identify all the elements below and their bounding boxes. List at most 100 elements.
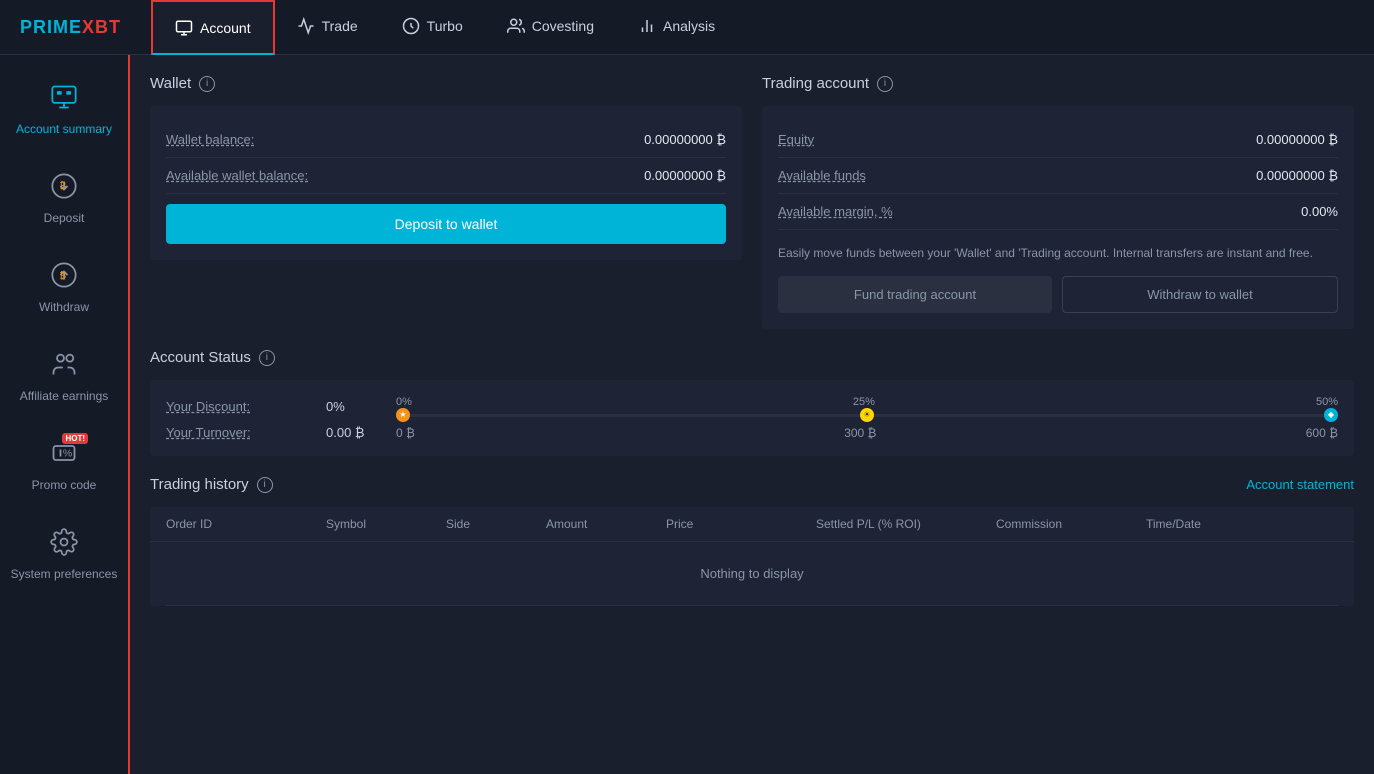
- discount-level-labels: 0% 25% 50%: [396, 396, 1338, 408]
- your-turnover-value: 0.00 ₿: [326, 425, 396, 440]
- table-header-row: Order ID Symbol Side Amount Price Settle…: [150, 507, 1354, 542]
- hot-badge: HOT!: [62, 433, 88, 444]
- withdraw-icon-wrap: ₿: [50, 261, 78, 292]
- sidebar-item-account-summary[interactable]: Account summary: [0, 65, 128, 154]
- sidebar: Account summary ₿ Deposit ₿ Wi: [0, 55, 130, 774]
- deposit-icon-wrap: ₿: [50, 172, 78, 203]
- sidebar-deposit-label: Deposit: [44, 211, 85, 225]
- turnover-row: Your Turnover: 0.00 ₿ 0 ₿ 300 ₿ 600 ₿: [166, 425, 1338, 440]
- table-bottom-divider: [166, 605, 1338, 606]
- account-status-title: Account Status i: [150, 349, 1354, 366]
- sidebar-item-affiliate-earnings[interactable]: Affiliate earnings: [0, 332, 128, 421]
- account-statement-link[interactable]: Account statement: [1246, 477, 1354, 492]
- trading-account-section: Trading account i Equity 0.00000000 ₿ Av…: [762, 75, 1354, 329]
- logo-sub: XBT: [82, 17, 121, 37]
- your-discount-value: 0%: [326, 399, 396, 414]
- svg-text:₿: ₿: [59, 271, 66, 281]
- tier-2-icon: ☀: [860, 408, 874, 422]
- wallet-balance-row: Wallet balance: 0.00000000 ₿: [166, 122, 726, 158]
- trade-nav-icon: [297, 17, 315, 35]
- nav-analysis-label: Analysis: [663, 18, 715, 34]
- turnover-levels: 0 ₿ 300 ₿ 600 ₿: [396, 426, 1338, 440]
- your-discount-label[interactable]: Your Discount:: [166, 399, 326, 414]
- transfer-buttons: Fund trading account Withdraw to wallet: [778, 276, 1338, 313]
- svg-text:₿: ₿: [59, 180, 66, 190]
- analysis-nav-icon: [638, 17, 656, 35]
- wallet-info-icon[interactable]: i: [199, 76, 215, 92]
- available-funds-label[interactable]: Available funds: [778, 168, 866, 183]
- level-0: 0%: [396, 396, 412, 408]
- trading-account-title: Trading account i: [762, 75, 1354, 92]
- trading-history-table: Order ID Symbol Side Amount Price Settle…: [150, 507, 1354, 606]
- sidebar-system-prefs-label: System preferences: [11, 567, 118, 581]
- covesting-nav-icon: [507, 17, 525, 35]
- affiliate-icon-wrap: [50, 350, 78, 381]
- col-order-id: Order ID: [166, 517, 326, 531]
- trading-history-title: Trading history i: [150, 476, 273, 493]
- fund-trading-account-button[interactable]: Fund trading account: [778, 276, 1052, 313]
- nav-account-label: Account: [200, 20, 251, 36]
- trading-history-info-icon[interactable]: i: [257, 477, 273, 493]
- wallet-title: Wallet i: [150, 75, 742, 92]
- equity-row: Equity 0.00000000 ₿: [778, 122, 1338, 158]
- account-status-info-icon[interactable]: i: [259, 350, 275, 366]
- available-margin-row: Available margin, % 0.00%: [778, 194, 1338, 230]
- system-prefs-icon-wrap: [50, 528, 78, 559]
- sidebar-item-deposit[interactable]: ₿ Deposit: [0, 154, 128, 243]
- progress-track: ★ ☀ ◆: [396, 414, 1338, 417]
- sidebar-account-summary-label: Account summary: [16, 122, 112, 136]
- trading-history-section: Trading history i Account statement Orde…: [150, 476, 1354, 606]
- nav-trade[interactable]: Trade: [275, 0, 380, 55]
- nav-covesting[interactable]: Covesting: [485, 0, 616, 55]
- nav-account[interactable]: Account: [151, 0, 275, 55]
- col-side: Side: [446, 517, 546, 531]
- trading-account-panel: Equity 0.00000000 ₿ Available funds 0.00…: [762, 106, 1354, 329]
- account-status-panel: Your Discount: 0% 0% 25% 50% ★ ☀ ◆: [150, 380, 1354, 456]
- wallet-balance-label[interactable]: Wallet balance:: [166, 132, 254, 147]
- nav-covesting-label: Covesting: [532, 18, 594, 34]
- logo-main: PRIME: [20, 17, 82, 37]
- equity-label[interactable]: Equity: [778, 132, 814, 147]
- account-summary-icon: [50, 83, 78, 111]
- main-layout: Account summary ₿ Deposit ₿ Wi: [0, 55, 1374, 774]
- available-funds-row: Available funds 0.00000000 ₿: [778, 158, 1338, 194]
- svg-text:%: %: [63, 448, 72, 460]
- discount-row: Your Discount: 0% 0% 25% 50% ★ ☀ ◆: [166, 396, 1338, 417]
- col-amount: Amount: [546, 517, 666, 531]
- available-margin-label[interactable]: Available margin, %: [778, 204, 893, 219]
- promo-icon-wrap: HOT! %: [50, 439, 78, 470]
- turnover-level-0: 0 ₿: [396, 426, 415, 440]
- nav-trade-label: Trade: [322, 18, 358, 34]
- sidebar-item-system-preferences[interactable]: System preferences: [0, 510, 128, 599]
- tier-icons: ★ ☀ ◆: [396, 408, 1338, 422]
- logo: PRIMEXBT: [20, 17, 121, 38]
- wallet-section: Wallet i Wallet balance: 0.00000000 ₿ Av…: [150, 75, 742, 329]
- table-empty-message: Nothing to display: [150, 542, 1354, 605]
- level-25: 25%: [853, 396, 875, 408]
- discount-progress-area: 0% 25% 50% ★ ☀ ◆: [396, 396, 1338, 417]
- nav-turbo[interactable]: Turbo: [380, 0, 485, 55]
- withdraw-icon: ₿: [50, 261, 78, 289]
- col-price: Price: [666, 517, 816, 531]
- nav-analysis[interactable]: Analysis: [616, 0, 737, 55]
- sidebar-item-promo-code[interactable]: HOT! % Promo code: [0, 421, 128, 510]
- nav-items: Account Trade Turbo Covesting Analysis: [151, 0, 737, 55]
- available-wallet-value: 0.00000000 ₿: [644, 168, 726, 183]
- trading-account-info-icon[interactable]: i: [877, 76, 893, 92]
- turnover-level-600: 600 ₿: [1306, 426, 1338, 440]
- col-symbol: Symbol: [326, 517, 446, 531]
- sidebar-item-withdraw[interactable]: ₿ Withdraw: [0, 243, 128, 332]
- deposit-to-wallet-button[interactable]: Deposit to wallet: [166, 204, 726, 244]
- available-wallet-label[interactable]: Available wallet balance:: [166, 168, 308, 183]
- top-nav: PRIMEXBT Account Trade Turbo Covesting: [0, 0, 1374, 55]
- col-time-date: Time/Date: [1146, 517, 1338, 531]
- account-status-section: Account Status i Your Discount: 0% 0% 25…: [150, 349, 1354, 456]
- tier-3-icon: ◆: [1324, 408, 1338, 422]
- nav-turbo-label: Turbo: [427, 18, 463, 34]
- your-turnover-label[interactable]: Your Turnover:: [166, 425, 326, 440]
- trading-history-header: Trading history i Account statement: [150, 476, 1354, 493]
- withdraw-to-wallet-button[interactable]: Withdraw to wallet: [1062, 276, 1338, 313]
- account-summary-icon-wrap: [50, 83, 78, 114]
- wallet-balance-value: 0.00000000 ₿: [644, 132, 726, 147]
- available-funds-value: 0.00000000 ₿: [1256, 168, 1338, 183]
